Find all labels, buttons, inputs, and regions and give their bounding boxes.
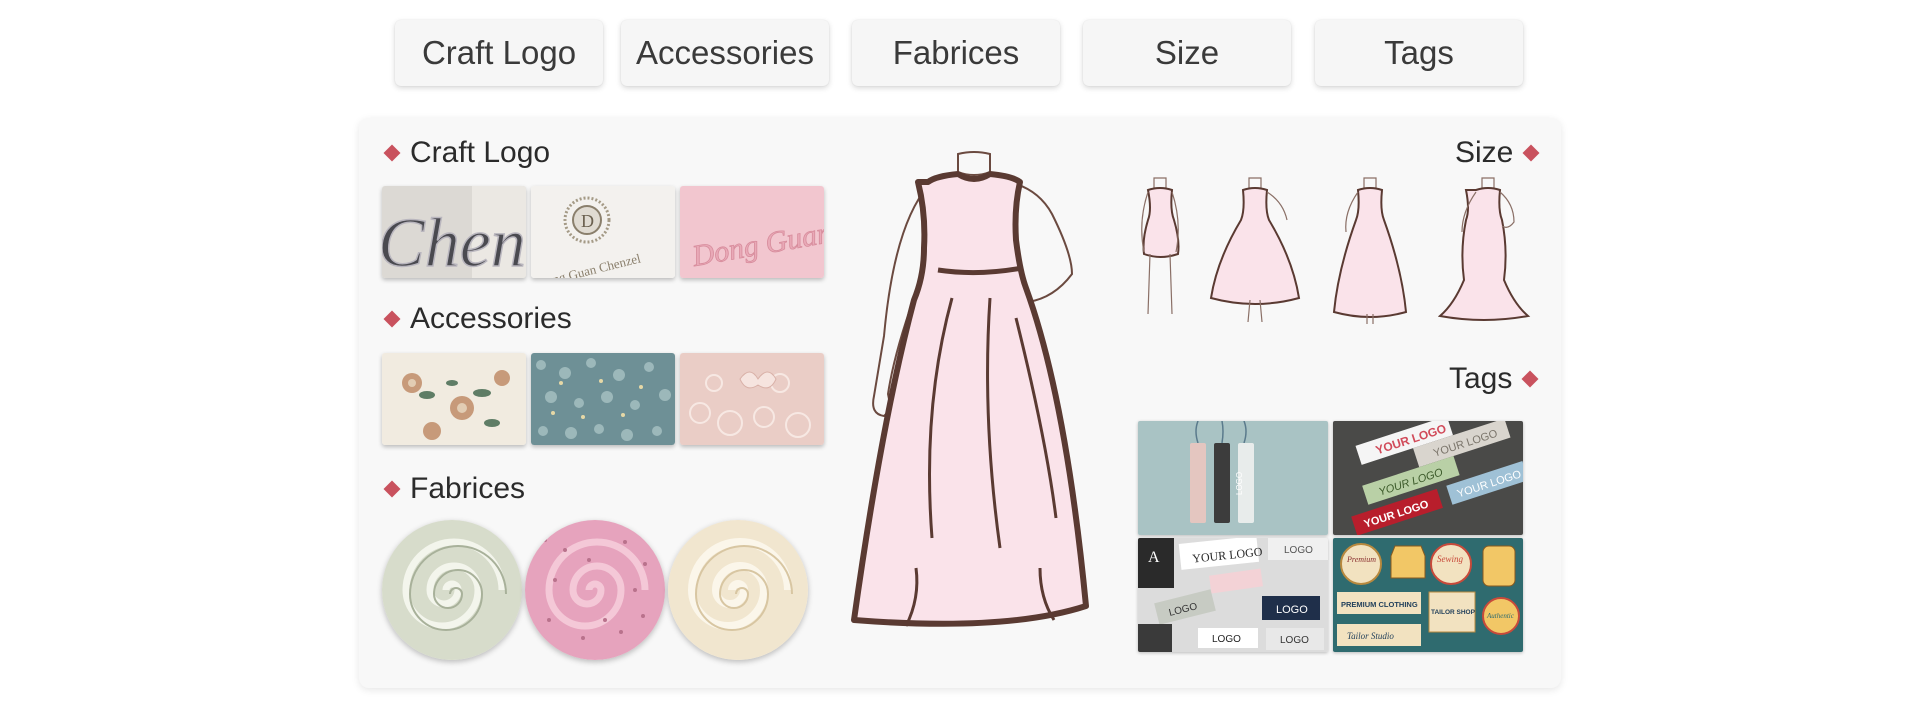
accessory-sample-sequin-lace[interactable] [531, 353, 675, 445]
tab-tags[interactable]: Tags [1315, 20, 1523, 86]
tab-label: Craft Logo [421, 34, 577, 71]
craft-logo-sample-embroidered-badge[interactable]: D Dong Guan Chenzel [531, 186, 675, 278]
svg-text:D: D [581, 211, 594, 231]
tag-text-tailor-shop: TAILOR SHOP [1431, 609, 1476, 616]
tag-sample-printed-labels[interactable]: A YOUR LOGO LOGO LOGO LOGO LOGO LOGO [1138, 538, 1328, 652]
sample-text-chen: Chen [382, 205, 526, 278]
tab-label: Fabrices [892, 34, 1020, 71]
fabric-swatch-pink-eyelet[interactable] [525, 520, 665, 660]
tag-sample-hang-tags[interactable]: LOGO [1138, 421, 1328, 535]
tag-text-logo-1: LOGO [1284, 545, 1313, 556]
diamond-icon [383, 144, 401, 162]
tag-text-tailor-studio: Tailor Studio [1347, 631, 1394, 641]
diamond-icon [1522, 144, 1540, 162]
tag-text-premium: Premium [1346, 555, 1376, 564]
tab-label: Size [1154, 34, 1220, 71]
section-title-accessories: Accessories [380, 302, 572, 336]
accessory-sample-butterfly-lace[interactable] [680, 353, 824, 445]
tag-text-logo-3: LOGO [1276, 604, 1308, 616]
section-title-size: Size [1455, 136, 1543, 170]
diamond-icon [1521, 370, 1539, 388]
section-title-tags: Tags [1449, 362, 1542, 396]
accessory-sample-floral-embroidery[interactable] [382, 353, 526, 445]
diamond-icon [383, 310, 401, 328]
tab-label: Accessories [636, 34, 814, 71]
section-title-craft-logo: Craft Logo [380, 136, 550, 170]
tag-text-sewing: Sewing [1437, 554, 1463, 564]
section-title-fabrices: Fabrices [380, 472, 525, 506]
fabric-swatch-cream-silk[interactable] [668, 520, 808, 660]
tab-size[interactable]: Size [1083, 20, 1291, 86]
tab-label: Tags [1384, 34, 1454, 71]
size-option-knee-length[interactable] [1206, 176, 1304, 326]
tab-fabrices[interactable]: Fabrices [852, 20, 1060, 86]
tab-craft-logo[interactable]: Craft Logo [395, 20, 603, 86]
tag-text-logo-vertical: LOGO [1235, 472, 1244, 495]
tag-text-premium-clothing: PREMIUM CLOTHING [1341, 600, 1418, 609]
tag-text-logo-4: LOGO [1212, 634, 1241, 645]
craft-logo-sample-rhinestone[interactable]: Chen [382, 186, 526, 278]
diamond-icon [383, 480, 401, 498]
craft-logo-sample-embossed-pink[interactable]: Dong Guan Chenzel [680, 186, 824, 278]
tag-sample-vintage-badges[interactable]: Premium Sewing PREMIUM CLOTHING TAILOR S… [1333, 538, 1523, 652]
tag-text-authentic: Authentic [1486, 612, 1515, 620]
tab-accessories[interactable]: Accessories [621, 20, 829, 86]
tag-sample-woven-labels[interactable]: YOUR LOGO YOUR LOGO YOUR LOGO YOUR LOGO … [1333, 421, 1523, 535]
size-option-mini[interactable] [1132, 176, 1188, 326]
size-option-tea-length[interactable] [1325, 176, 1415, 326]
size-option-mermaid[interactable] [1438, 176, 1534, 326]
tag-text-letter-a: A [1148, 549, 1160, 566]
tag-text-logo-5: LOGO [1280, 635, 1309, 646]
dress-illustration [851, 151, 1089, 627]
fabric-swatch-sage-satin[interactable] [382, 520, 522, 660]
